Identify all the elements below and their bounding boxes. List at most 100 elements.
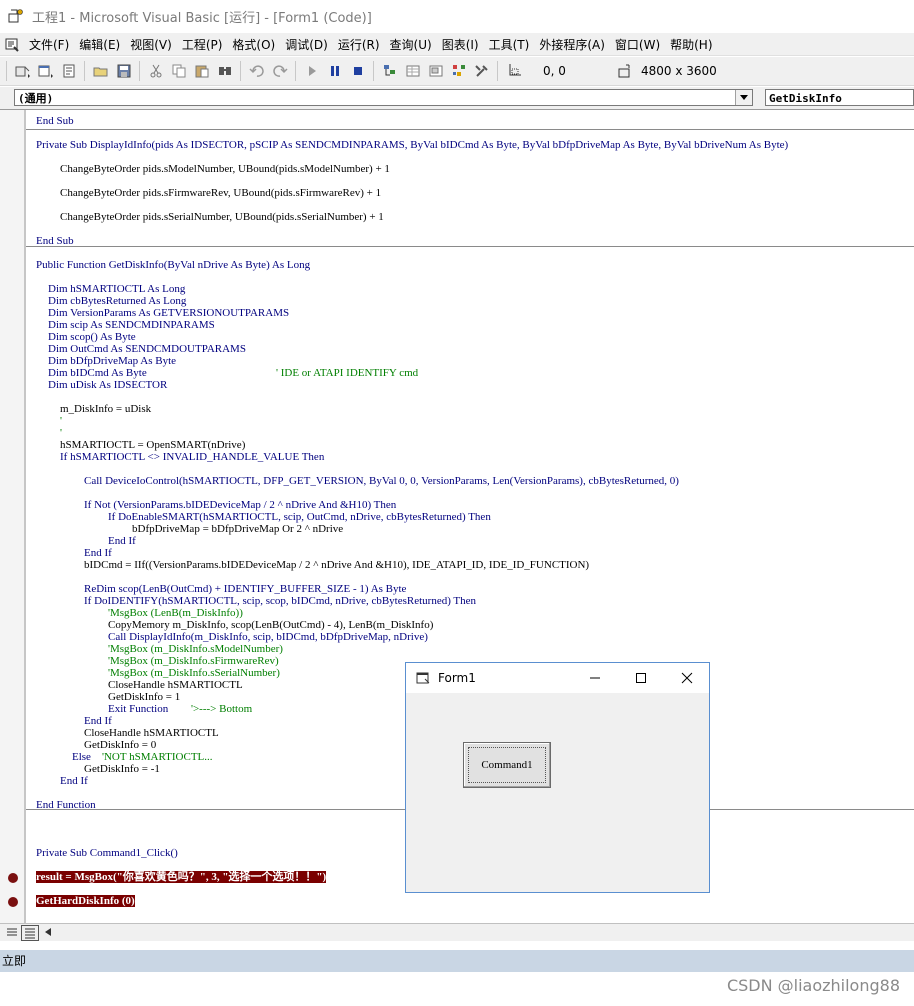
code-line: bDfpDriveMap = bDfpDriveMap Or 2 ^ nDriv… xyxy=(132,523,344,535)
form1-title: Form1 xyxy=(438,671,476,685)
menu-editor-icon[interactable] xyxy=(58,60,80,82)
procedure-combo-value: GetDiskInfo xyxy=(769,92,842,105)
cut-icon[interactable] xyxy=(145,60,167,82)
code-window-icon[interactable] xyxy=(4,36,20,52)
form-icon xyxy=(416,671,430,685)
maximize-icon[interactable] xyxy=(618,663,664,693)
code-line: bIDCmd = IIf((VersionParams.bIDEDeviceMa… xyxy=(84,559,590,571)
breakpoint-icon[interactable] xyxy=(8,873,18,883)
horizontal-scrollbar[interactable] xyxy=(0,923,914,941)
end-icon[interactable] xyxy=(347,60,369,82)
redo-icon[interactable] xyxy=(269,60,291,82)
code-line: End If xyxy=(84,715,112,727)
add-project-icon[interactable] xyxy=(12,60,34,82)
focus-rectangle xyxy=(468,747,546,783)
object-combo[interactable]: (通用) xyxy=(14,89,753,106)
menu-debug[interactable]: 调试(D) xyxy=(280,36,333,53)
breakpoint-icon[interactable] xyxy=(8,897,18,907)
code-comment: '>---> Bottom xyxy=(191,703,253,715)
code-line: Else xyxy=(72,751,91,763)
code-line: Dim bDfpDriveMap As Byte xyxy=(48,355,177,367)
code-comment: ' IDE or ATAPI IDENTIFY cmd xyxy=(276,367,419,379)
full-module-view-icon[interactable] xyxy=(21,925,39,941)
toolbar-separator xyxy=(373,61,374,81)
margin-indicator-bar[interactable] xyxy=(0,110,26,924)
menu-file[interactable]: 文件(F) xyxy=(24,36,74,53)
toolbar-separator xyxy=(139,61,140,81)
chevron-down-icon[interactable] xyxy=(735,90,752,105)
breakpoint-line: GetHardDiskInfo (0) xyxy=(36,895,135,907)
position-readout: 0, 0 xyxy=(543,64,566,78)
combo-row: (通用) GetDiskInfo xyxy=(0,87,914,109)
immediate-window-header[interactable]: 立即 xyxy=(0,950,914,972)
code-line: End If xyxy=(60,775,88,787)
toolbar-separator xyxy=(240,61,241,81)
procedure-combo[interactable]: GetDiskInfo xyxy=(765,89,914,106)
start-icon[interactable] xyxy=(301,60,323,82)
project-explorer-icon[interactable] xyxy=(379,60,401,82)
menu-run[interactable]: 运行(R) xyxy=(333,36,385,53)
open-project-icon[interactable] xyxy=(90,60,112,82)
code-line: CloseHandle hSMARTIOCTL xyxy=(84,727,219,739)
code-line: Call DeviceIoControl(hSMARTIOCTL, DFP_GE… xyxy=(84,475,679,487)
immediate-window-title: 立即 xyxy=(2,954,27,968)
break-icon[interactable] xyxy=(324,60,346,82)
find-icon[interactable] xyxy=(214,60,236,82)
menu-diagram[interactable]: 图表(I) xyxy=(437,36,484,53)
code-line: Private Sub Command1_Click() xyxy=(36,847,178,859)
size-readout: 4800 x 3600 xyxy=(641,64,717,78)
copy-icon[interactable] xyxy=(168,60,190,82)
code-line: Dim cbBytesReturned As Long xyxy=(48,295,187,307)
toolbar-separator xyxy=(295,61,296,81)
breakpoint-line: result = MsgBox("你喜欢黄色吗？", 3, "选择一个选项！！"… xyxy=(36,871,327,883)
menu-view[interactable]: 视图(V) xyxy=(125,36,177,53)
code-line: Public Function GetDiskInfo(ByVal nDrive… xyxy=(36,259,311,271)
code-line: Dim hSMARTIOCTL As Long xyxy=(48,283,186,295)
code-line: hSMARTIOCTL = OpenSMART(nDrive) xyxy=(60,439,246,451)
code-line: Dim uDisk As IDSECTOR xyxy=(48,379,168,391)
toolbox-icon[interactable] xyxy=(471,60,493,82)
window-title: 工程1 - Microsoft Visual Basic [运行] - [For… xyxy=(32,10,372,26)
toolbar-separator xyxy=(497,61,498,81)
menu-format[interactable]: 格式(O) xyxy=(227,36,280,53)
save-project-icon[interactable] xyxy=(113,60,135,82)
code-line-text: Private Sub DisplayIdInfo(pids As IDSECT… xyxy=(36,139,789,151)
undo-icon[interactable] xyxy=(246,60,268,82)
code-line: ChangeByteOrder pids.sFirmwareRev, UBoun… xyxy=(60,187,382,199)
close-icon[interactable] xyxy=(664,663,710,693)
procedure-separator xyxy=(26,246,914,247)
code-line: GetDiskInfo = -1 xyxy=(84,763,160,775)
scroll-left-icon[interactable] xyxy=(40,925,56,939)
code-line: Exit Function xyxy=(108,703,169,715)
paste-icon[interactable] xyxy=(191,60,213,82)
form1-window: Form1 Command1 xyxy=(405,662,710,893)
menu-help[interactable]: 帮助(H) xyxy=(665,36,717,53)
toolbar-grip xyxy=(6,61,7,81)
code-comment: ' xyxy=(60,427,62,439)
form-layout-icon[interactable] xyxy=(425,60,447,82)
code-line: End Sub xyxy=(36,115,74,127)
code-line: If Not (VersionParams.bIDEDeviceMap / 2 … xyxy=(84,499,397,511)
code-line: Private Sub DisplayIdInfo(pids As IDSECT… xyxy=(36,139,788,151)
procedure-view-icon[interactable] xyxy=(4,925,20,939)
form1-title-bar[interactable]: Form1 xyxy=(406,663,709,693)
add-form-icon[interactable] xyxy=(35,60,57,82)
menu-addins[interactable]: 外接程序(A) xyxy=(534,36,610,53)
command1-button[interactable]: Command1 xyxy=(463,742,551,788)
title-bar: 工程1 - Microsoft Visual Basic [运行] - [For… xyxy=(0,0,914,32)
code-line: End If xyxy=(108,535,136,547)
properties-window-icon[interactable] xyxy=(402,60,424,82)
minimize-icon[interactable] xyxy=(572,663,618,693)
menu-window[interactable]: 窗口(W) xyxy=(610,36,665,53)
menu-query[interactable]: 查询(U) xyxy=(385,36,437,53)
object-browser-icon[interactable] xyxy=(448,60,470,82)
code-line: If hSMARTIOCTL <> INVALID_HANDLE_VALUE T… xyxy=(60,451,325,463)
menu-edit[interactable]: 编辑(E) xyxy=(74,36,125,53)
menu-project[interactable]: 工程(P) xyxy=(177,36,228,53)
code-comment: 'MsgBox (LenB(m_DiskInfo)) xyxy=(108,607,243,619)
code-line: GetDiskInfo = 1 xyxy=(108,691,181,703)
code-line: Call DisplayIdInfo(m_DiskInfo, scip, bID… xyxy=(108,631,428,643)
menu-bar: 文件(F) 编辑(E) 视图(V) 工程(P) 格式(O) 调试(D) 运行(R… xyxy=(0,33,914,56)
code-comment: 'MsgBox (m_DiskInfo.sModelNumber) xyxy=(108,643,283,655)
menu-tools[interactable]: 工具(T) xyxy=(484,36,535,53)
